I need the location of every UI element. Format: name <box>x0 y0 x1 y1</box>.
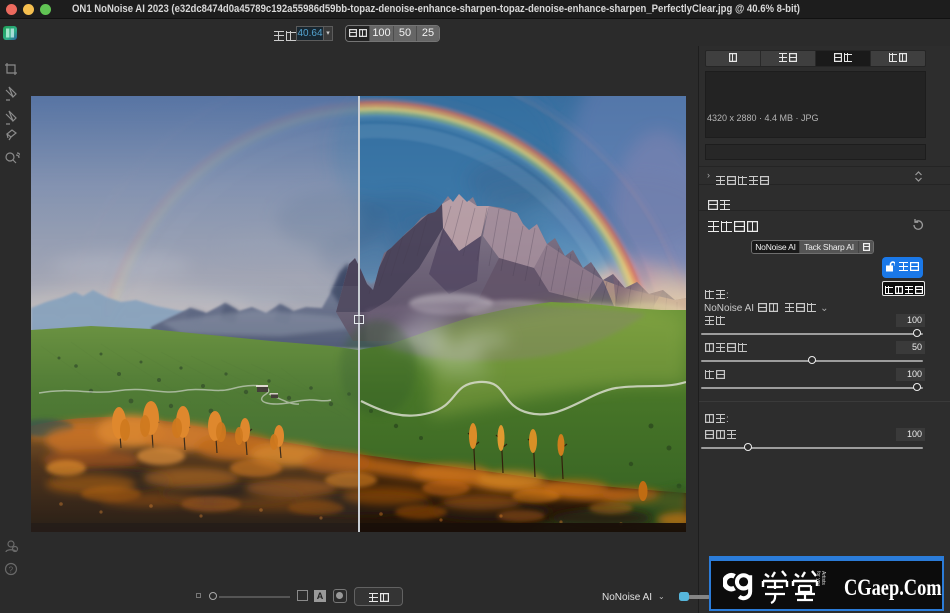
svg-text:?: ? <box>9 566 14 575</box>
